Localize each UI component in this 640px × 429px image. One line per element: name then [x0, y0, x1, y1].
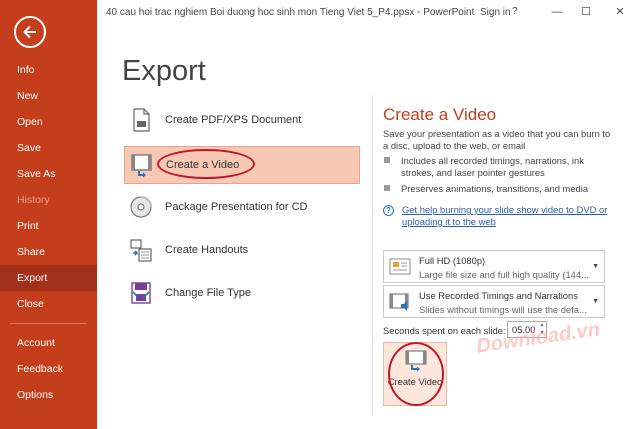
quality-selected: Full HD (1080p) — [419, 255, 486, 266]
nav-history: History — [17, 194, 50, 206]
option-label: Change File Type — [165, 287, 252, 299]
nav-save[interactable]: Save — [0, 135, 97, 161]
option-package-cd[interactable]: Package Presentation for CD — [124, 189, 360, 227]
bullet-recorded-timings: Includes all recorded timings, narration… — [401, 155, 584, 178]
nav-share[interactable]: Share — [0, 239, 97, 265]
minimize-button[interactable]: — — [549, 4, 565, 20]
pdf-document-icon — [133, 108, 150, 132]
option-create-pdf[interactable]: Create PDF/XPS Document — [124, 102, 360, 140]
sign-in-link[interactable]: Sign in — [480, 7, 511, 18]
nav-save-as[interactable]: Save As — [0, 161, 97, 187]
presentation-quality-icon — [389, 258, 411, 275]
video-quality-dropdown[interactable]: Full HD (1080p) Large file size and full… — [383, 250, 605, 283]
option-label: Package Presentation for CD — [165, 201, 308, 213]
timings-narration-icon — [389, 293, 409, 311]
back-button[interactable] — [14, 16, 46, 48]
chevron-down-icon: ▼ — [592, 298, 599, 305]
option-label: Create PDF/XPS Document — [165, 114, 302, 126]
highlight-ring — [388, 342, 444, 406]
nav-account[interactable]: Account — [0, 330, 97, 356]
backstage-sidebar: Info New Open Save Save As History Print… — [0, 0, 97, 429]
nav-export[interactable]: Export — [0, 265, 97, 291]
video-section-title: Create a Video — [383, 105, 497, 124]
back-arrow-icon — [23, 25, 36, 39]
option-change-file-type[interactable]: Change File Type — [124, 275, 360, 313]
restore-button[interactable]: ☐ — [578, 4, 594, 20]
chevron-down-icon: ▼ — [592, 263, 599, 270]
nav-feedback[interactable]: Feedback — [0, 356, 97, 382]
window-title: 40 cau hoi trac nghiem Boi duong hoc sin… — [106, 7, 475, 18]
title-bar: 40 cau hoi trac nghiem Boi duong hoc sin… — [97, 0, 640, 26]
nav-close[interactable]: Close — [0, 291, 97, 317]
timings-description: Slides without timings will use the defa… — [419, 304, 587, 315]
nav-info[interactable]: Info — [0, 57, 97, 83]
handouts-icon — [130, 239, 152, 262]
bullet-marker — [384, 157, 390, 163]
nav-new[interactable]: New — [0, 83, 97, 109]
timings-dropdown[interactable]: Use Recorded Timings and Narrations Slid… — [383, 285, 605, 318]
file-type-icon — [131, 282, 151, 304]
timings-selected: Use Recorded Timings and Narrations — [419, 290, 578, 301]
close-window-button[interactable]: ✕ — [612, 4, 628, 20]
option-label: Create Handouts — [165, 244, 249, 256]
nav-options[interactable]: Options — [0, 382, 97, 408]
bullet-preserves-animations: Preserves animations, transitions, and m… — [401, 183, 589, 194]
highlight-ring — [157, 149, 255, 179]
nav-print[interactable]: Print — [0, 213, 97, 239]
video-icon — [131, 154, 152, 178]
nav-open[interactable]: Open — [0, 109, 97, 135]
help-button[interactable]: ? — [512, 6, 518, 17]
bullet-marker — [384, 185, 390, 191]
video-description: Save your presentation as a video that y… — [383, 128, 611, 151]
dvd-help-link[interactable]: Get help burning your slide show video t… — [402, 204, 612, 228]
help-question-icon: ? — [383, 205, 394, 216]
pane-divider — [372, 95, 373, 415]
cd-icon — [130, 196, 152, 218]
quality-description: Large file size and full high quality (1… — [419, 269, 589, 280]
sidebar-divider — [10, 323, 87, 324]
page-title: Export — [122, 55, 206, 87]
option-create-handouts[interactable]: Create Handouts — [124, 232, 360, 270]
